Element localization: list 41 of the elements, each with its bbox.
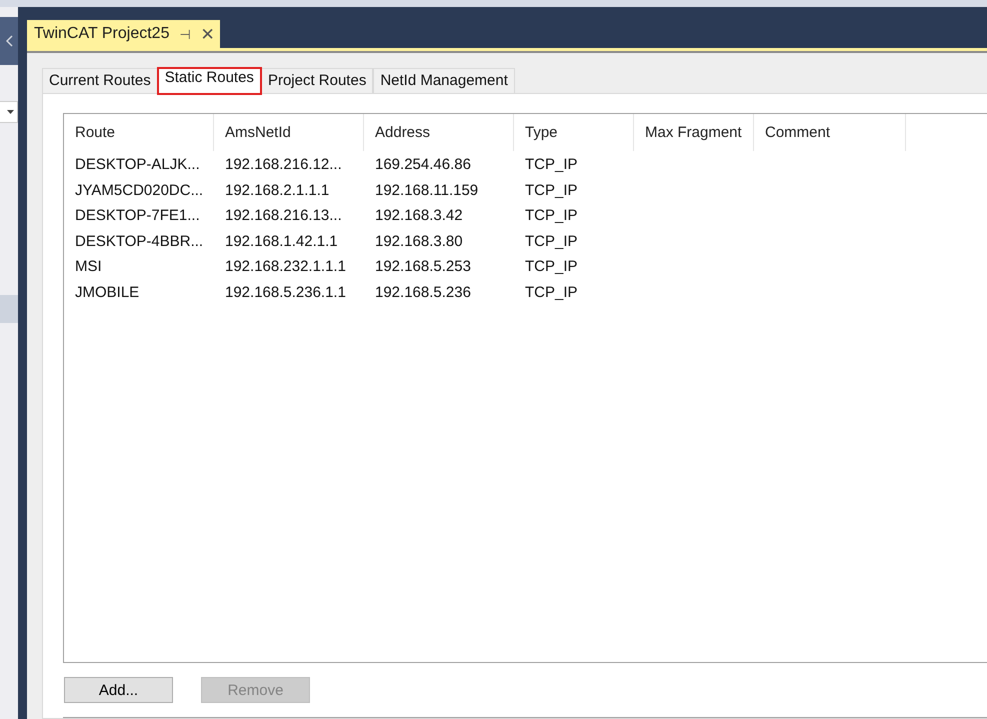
close-icon[interactable]: ✕ <box>200 24 214 44</box>
dropdown-field[interactable] <box>0 101 18 123</box>
column-header[interactable]: Max Fragment <box>634 114 754 151</box>
table-cell-text: DESKTOP-7FE1... <box>74 206 201 226</box>
table-cell-text: 192.168.2.1.1.1 <box>224 180 330 200</box>
dropdown-arrow-icon <box>7 110 14 114</box>
tab[interactable]: Static Routes <box>158 68 261 94</box>
table-cell-text: JMOBILE <box>74 282 140 302</box>
table-cell-text: 192.168.216.12... <box>224 155 343 175</box>
document-tab[interactable]: TwinCAT Project25 ⊣ ✕ <box>27 20 220 48</box>
action-button[interactable]: Add... <box>64 677 173 703</box>
table-cell-text: TCP_IP <box>524 180 579 200</box>
table-cell-text: TCP_IP <box>524 257 579 277</box>
tab[interactable]: Project Routes <box>260 68 374 93</box>
table-cell-text: DESKTOP-ALJK... <box>74 155 201 175</box>
table-cell-text: 192.168.232.1.1.1 <box>224 257 347 277</box>
table-cell-text: 192.168.5.236.1.1 <box>224 282 347 302</box>
table-cell-text: DESKTOP-4BBR... <box>74 232 204 252</box>
table-cell-text: 192.168.5.253 <box>374 257 472 277</box>
table-cell-text: 169.254.46.86 <box>374 155 472 175</box>
table-cell-text: 192.168.5.236 <box>374 282 472 302</box>
column-header[interactable]: Comment <box>754 114 906 151</box>
table-cell-text: TCP_IP <box>524 206 579 226</box>
column-header[interactable]: Address <box>364 114 514 151</box>
pin-icon[interactable]: ⊣ <box>179 26 190 42</box>
chevron-icon[interactable] <box>6 35 12 47</box>
tab[interactable]: Current Routes <box>42 68 158 93</box>
table-cell-text: JYAM5CD020DC... <box>74 180 204 200</box>
table-cell-text: 192.168.3.80 <box>374 232 464 252</box>
table-cell-text: MSI <box>74 257 103 277</box>
table-cell-text: 192.168.216.13... <box>224 206 343 226</box>
column-header[interactable]: Route <box>64 114 214 151</box>
table-cell-text: 192.168.1.42.1.1 <box>224 232 339 252</box>
table-cell-text: 192.168.3.42 <box>374 206 464 226</box>
table-cell-text: TCP_IP <box>524 155 579 175</box>
column-header[interactable]: AmsNetId <box>214 114 364 151</box>
table-cell-text: TCP_IP <box>524 232 579 252</box>
column-header[interactable]: Type <box>514 114 634 151</box>
tab[interactable]: NetId Management <box>373 68 515 93</box>
table-cell-text: TCP_IP <box>524 282 579 302</box>
table-cell-text: 192.168.11.159 <box>374 180 480 200</box>
